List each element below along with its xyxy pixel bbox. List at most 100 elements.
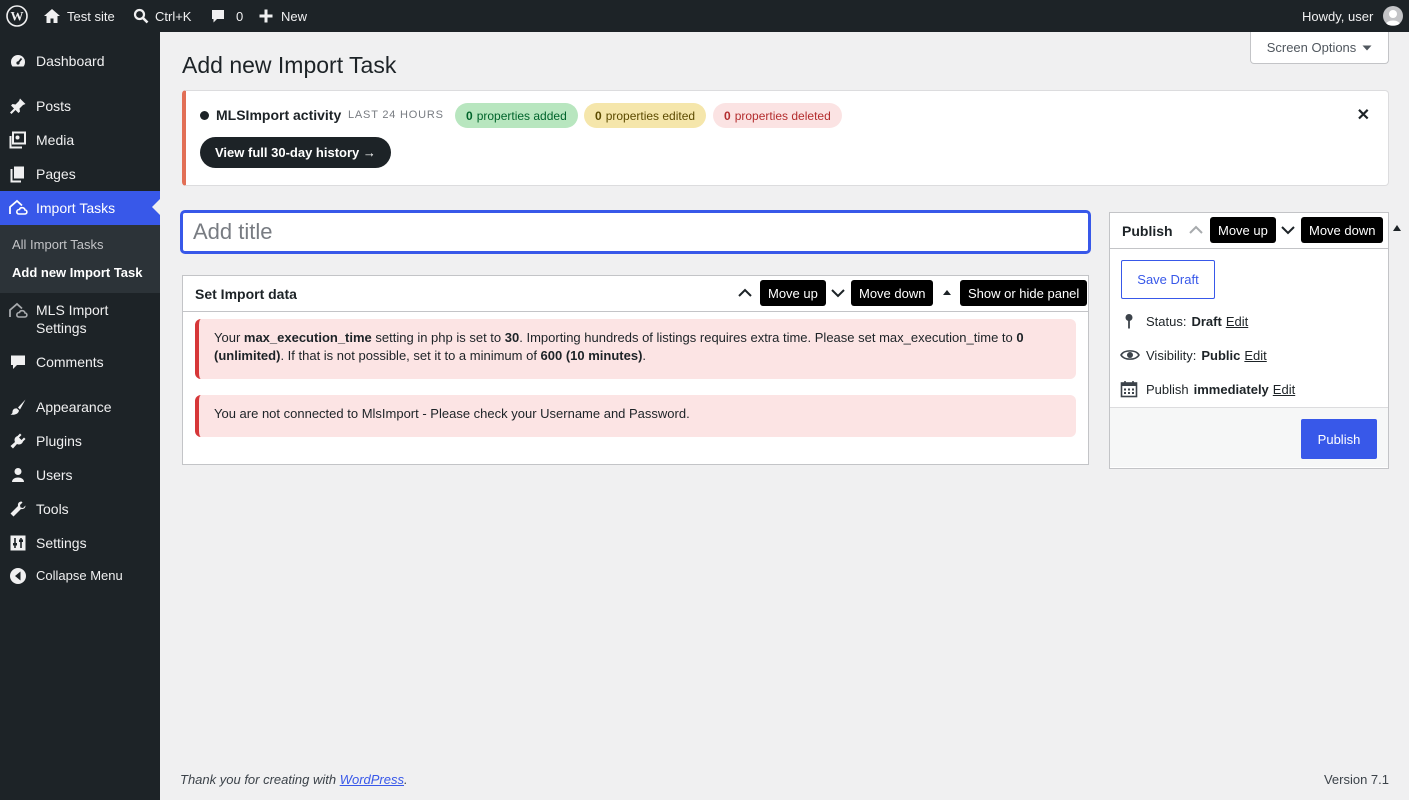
publish-panel: Publish Move up Move down Save Draft Sta…	[1109, 212, 1389, 469]
site-name: Test site	[67, 8, 115, 24]
chevron-up-icon[interactable]	[737, 285, 753, 301]
admin-bar: W Test site Ctrl+K 0 New Howdy, user	[0, 0, 1409, 32]
sidebar-item-label: Plugins	[36, 433, 82, 449]
sidebar-item-label: Appearance	[36, 399, 112, 415]
user-icon	[8, 465, 28, 485]
caret-down-icon	[1362, 45, 1372, 51]
sidebar-item-label: Settings	[36, 535, 87, 551]
import-icon	[8, 198, 28, 218]
wordpress-link[interactable]: WordPress	[340, 772, 404, 787]
chevron-down-icon[interactable]	[1280, 222, 1296, 238]
publish-button[interactable]: Publish	[1301, 419, 1377, 459]
avatar	[1383, 6, 1404, 26]
site-name-link[interactable]: Test site	[43, 0, 115, 32]
admin-sidebar: Dashboard Posts Media Pages Import Tasks…	[0, 32, 160, 800]
collapse-menu-label: Collapse Menu	[36, 568, 123, 583]
cloud-icon	[8, 301, 28, 321]
save-draft-button[interactable]: Save Draft	[1121, 260, 1215, 299]
move-up-tooltip[interactable]: Move up	[760, 280, 826, 306]
screen-options-label: Screen Options	[1266, 40, 1357, 55]
sidebar-item-dashboard[interactable]: Dashboard	[0, 50, 160, 72]
page-title: Add new Import Task	[182, 52, 397, 78]
search-shortcut[interactable]: Ctrl+K	[133, 0, 191, 32]
chevron-up-icon[interactable]	[1188, 222, 1204, 238]
comment-icon	[8, 352, 28, 372]
plus-icon	[259, 9, 273, 23]
brush-icon	[8, 397, 28, 417]
title-input[interactable]	[181, 211, 1090, 253]
new-label: New	[281, 8, 308, 24]
sidebar-item-pages[interactable]: Pages	[0, 163, 160, 185]
media-icon	[8, 130, 28, 150]
panel-header: Set Import data Move up Move down Show o…	[183, 276, 1088, 312]
import-tasks-submenu: All Import Tasks Add new Import Task	[0, 225, 160, 293]
screen-options-button[interactable]: Screen Options	[1250, 32, 1389, 64]
sidebar-item-settings[interactable]: Settings	[0, 532, 160, 554]
sidebar-item-posts[interactable]: Posts	[0, 95, 160, 117]
activity-status-dot	[200, 111, 209, 120]
account-menu[interactable]: Howdy, user	[1302, 0, 1404, 32]
submenu-all-import-tasks[interactable]: All Import Tasks	[12, 237, 104, 252]
wordpress-logo-icon[interactable]: W	[6, 0, 28, 32]
svg-text:W: W	[11, 9, 24, 24]
new-content-link[interactable]: New	[259, 0, 307, 32]
calendar-icon	[1120, 380, 1138, 398]
sidebar-item-label: Import Tasks	[36, 200, 116, 216]
sidebar-item-label: Comments	[36, 354, 104, 370]
status-row: Status: Draft Edit	[1120, 312, 1248, 330]
submenu-add-new-import-task[interactable]: Add new Import Task	[12, 265, 143, 280]
dashboard-icon	[8, 51, 28, 71]
chevron-down-icon[interactable]	[830, 285, 846, 301]
properties-added-badge: 0 properties added	[455, 103, 578, 128]
close-icon[interactable]: ✕	[1357, 105, 1370, 125]
visibility-row: Visibility: Public Edit	[1120, 346, 1267, 364]
publish-actions: Publish	[1110, 407, 1388, 467]
panel-header: Publish Move up Move down	[1110, 213, 1388, 249]
sidebar-item-label: Media	[36, 132, 75, 148]
sidebar-item-plugins[interactable]: Plugins	[0, 430, 160, 452]
view-history-button[interactable]: View full 30-day history →	[200, 137, 391, 168]
collapse-menu-button[interactable]: Collapse Menu	[0, 565, 160, 587]
activity-period: LAST 24 HOURS	[348, 109, 444, 121]
sidebar-item-label: Pages	[36, 166, 76, 182]
sidebar-item-media[interactable]: Media	[0, 129, 160, 151]
sidebar-item-tools[interactable]: Tools	[0, 498, 160, 520]
toggle-panel-tooltip[interactable]: Show or hide panel	[960, 280, 1088, 306]
footer-thanks: Thank you for creating with WordPress.	[180, 772, 408, 787]
settings-icon	[8, 533, 28, 553]
comments-link[interactable]: 0	[210, 0, 243, 32]
move-down-tooltip[interactable]: Move down	[1301, 217, 1384, 243]
sidebar-item-import-tasks[interactable]: Import Tasks	[0, 191, 160, 225]
pin-icon	[1120, 312, 1138, 330]
edit-status-link[interactable]: Edit	[1226, 314, 1248, 329]
pin-icon	[8, 96, 28, 116]
current-menu-indicator	[152, 199, 160, 215]
comments-count: 0	[236, 8, 244, 24]
caret-up-icon[interactable]	[1392, 224, 1402, 232]
search-icon	[133, 8, 149, 24]
search-shortcut-label: Ctrl+K	[155, 8, 192, 24]
pages-icon	[8, 164, 28, 184]
panel-title: Publish	[1122, 223, 1173, 239]
panel-title: Set Import data	[195, 286, 297, 302]
sidebar-item-label: Users	[36, 467, 73, 483]
sidebar-item-appearance[interactable]: Appearance	[0, 396, 160, 418]
set-import-data-panel: Set Import data Move up Move down Show o…	[182, 275, 1089, 465]
sidebar-item-mls-import-settings[interactable]: MLS Import Settings	[0, 301, 160, 337]
sidebar-item-label: Posts	[36, 98, 72, 114]
edit-schedule-link[interactable]: Edit	[1273, 382, 1295, 397]
collapse-icon	[8, 566, 28, 586]
move-down-tooltip[interactable]: Move down	[851, 280, 934, 306]
caret-up-icon[interactable]	[939, 285, 955, 301]
eye-icon	[1120, 346, 1140, 364]
properties-deleted-badge: 0 properties deleted	[713, 103, 842, 128]
wrench-icon	[8, 499, 28, 519]
properties-edited-badge: 0 properties edited	[584, 103, 707, 128]
plugin-icon	[8, 431, 28, 451]
sidebar-item-label: Tools	[36, 501, 69, 517]
sidebar-item-comments[interactable]: Comments	[0, 351, 160, 373]
move-up-tooltip[interactable]: Move up	[1210, 217, 1276, 243]
sidebar-item-users[interactable]: Users	[0, 464, 160, 486]
edit-visibility-link[interactable]: Edit	[1244, 348, 1266, 363]
howdy-text: Howdy, user	[1302, 8, 1374, 24]
